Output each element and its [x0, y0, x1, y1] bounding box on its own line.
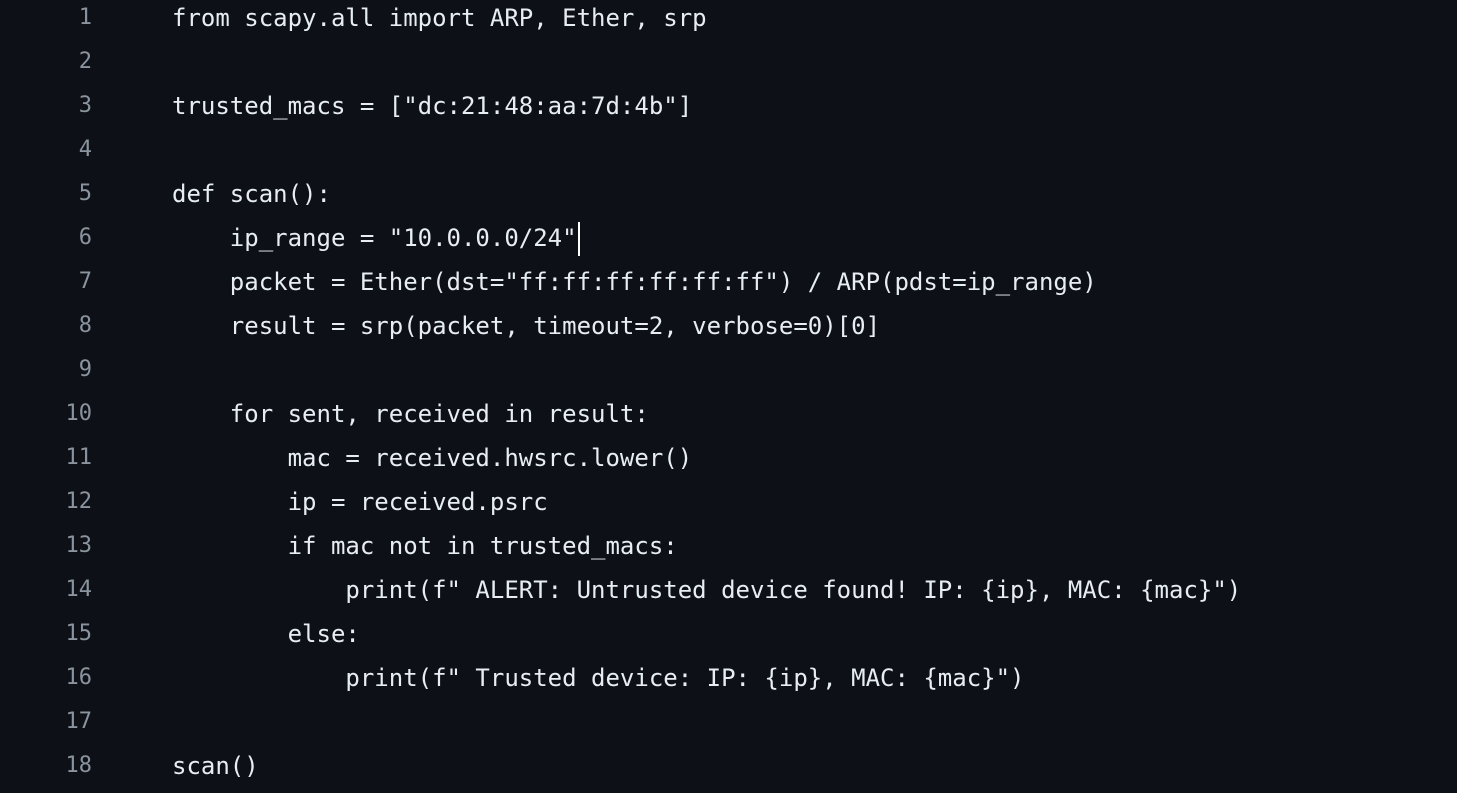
line-number: 12 — [65, 489, 93, 514]
code-content: ip_range = "10.0.0.0/24" — [172, 224, 577, 252]
code-content: trusted_macs = ["dc:21:48:aa:7d:4b"] — [172, 92, 693, 120]
code-content: for sent, received in result: — [172, 400, 649, 428]
code-content: print(f" Trusted device: IP: {ip}, MAC: … — [172, 664, 1025, 692]
code-line[interactable]: 15 else: — [0, 612, 1457, 656]
code-content: from scapy.all import ARP, Ether, srp — [172, 4, 707, 32]
line-number: 2 — [78, 49, 92, 74]
code-text[interactable]: for sent, received in result: — [172, 392, 649, 436]
line-number: 17 — [65, 709, 93, 734]
line-number: 4 — [78, 137, 92, 162]
code-content: mac = received.hwsrc.lower() — [172, 444, 693, 472]
code-text[interactable]: ip_range = "10.0.0.0/24" — [172, 216, 580, 260]
line-number: 14 — [65, 577, 93, 602]
code-text[interactable]: print(f" ALERT: Untrusted device found! … — [172, 568, 1241, 612]
code-text[interactable]: if mac not in trusted_macs: — [172, 524, 678, 568]
code-content: if mac not in trusted_macs: — [172, 532, 678, 560]
code-line[interactable]: 10 for sent, received in result: — [0, 392, 1457, 436]
code-text[interactable]: trusted_macs = ["dc:21:48:aa:7d:4b"] — [172, 84, 692, 128]
code-content: else: — [172, 620, 360, 648]
code-editor[interactable]: 1 from scapy.all import ARP, Ether, srp 2 3… — [0, 0, 1457, 788]
text-cursor — [577, 222, 580, 256]
code-line[interactable]: 1 from scapy.all import ARP, Ether, srp — [0, 0, 1457, 40]
code-line[interactable]: 3 trusted_macs = ["dc:21:48:aa:7d:4b"] — [0, 84, 1457, 128]
code-content: print(f" ALERT: Untrusted device found! … — [172, 576, 1242, 604]
code-line[interactable]: 18 scan() — [0, 744, 1457, 788]
code-line[interactable]: 14 print(f" ALERT: Untrusted device foun… — [0, 568, 1457, 612]
code-line[interactable]: 11 mac = received.hwsrc.lower() — [0, 436, 1457, 480]
line-number: 8 — [78, 313, 92, 338]
line-number: 15 — [65, 621, 93, 646]
code-line[interactable]: 13 if mac not in trusted_macs: — [0, 524, 1457, 568]
code-text[interactable]: print(f" Trusted device: IP: {ip}, MAC: … — [172, 656, 1025, 700]
code-content: result = srp(packet, timeout=2, verbose=… — [172, 312, 881, 340]
code-line[interactable]: 16 print(f" Trusted device: IP: {ip}, MA… — [0, 656, 1457, 700]
line-number: 6 — [78, 225, 92, 250]
code-line[interactable]: 2 — [0, 40, 1457, 84]
code-line[interactable]: 5 def scan(): — [0, 172, 1457, 216]
code-line[interactable]: 12 ip = received.psrc — [0, 480, 1457, 524]
line-number: 16 — [65, 665, 93, 690]
code-content: def scan(): — [172, 180, 331, 208]
line-number: 10 — [65, 401, 93, 426]
code-text[interactable]: packet = Ether(dst="ff:ff:ff:ff:ff:ff") … — [172, 260, 1097, 304]
line-number: 11 — [65, 445, 93, 470]
code-line[interactable]: 8 result = srp(packet, timeout=2, verbos… — [0, 304, 1457, 348]
code-content: scan() — [172, 752, 259, 780]
code-text[interactable]: ip = received.psrc — [172, 480, 548, 524]
code-line[interactable]: 17 — [0, 700, 1457, 744]
line-number: 1 — [78, 5, 92, 30]
code-line[interactable]: 6 ip_range = "10.0.0.0/24" — [0, 216, 1457, 260]
line-number: 18 — [65, 753, 93, 778]
code-text[interactable]: result = srp(packet, timeout=2, verbose=… — [172, 304, 880, 348]
code-text[interactable]: mac = received.hwsrc.lower() — [172, 436, 693, 480]
code-text[interactable]: def scan(): — [172, 172, 331, 216]
line-number: 9 — [78, 357, 92, 382]
code-content: ip = received.psrc — [172, 488, 548, 516]
code-text[interactable]: scan() — [172, 744, 259, 788]
code-line[interactable]: 7 packet = Ether(dst="ff:ff:ff:ff:ff:ff"… — [0, 260, 1457, 304]
line-number: 3 — [78, 93, 92, 118]
code-line[interactable]: 4 — [0, 128, 1457, 172]
line-number: 13 — [65, 533, 93, 558]
code-content: packet = Ether(dst="ff:ff:ff:ff:ff:ff") … — [172, 268, 1097, 296]
line-number: 7 — [78, 269, 92, 294]
code-text[interactable]: from scapy.all import ARP, Ether, srp — [172, 0, 707, 40]
code-line[interactable]: 9 — [0, 348, 1457, 392]
code-text[interactable]: else: — [172, 612, 360, 656]
line-number: 5 — [78, 181, 92, 206]
